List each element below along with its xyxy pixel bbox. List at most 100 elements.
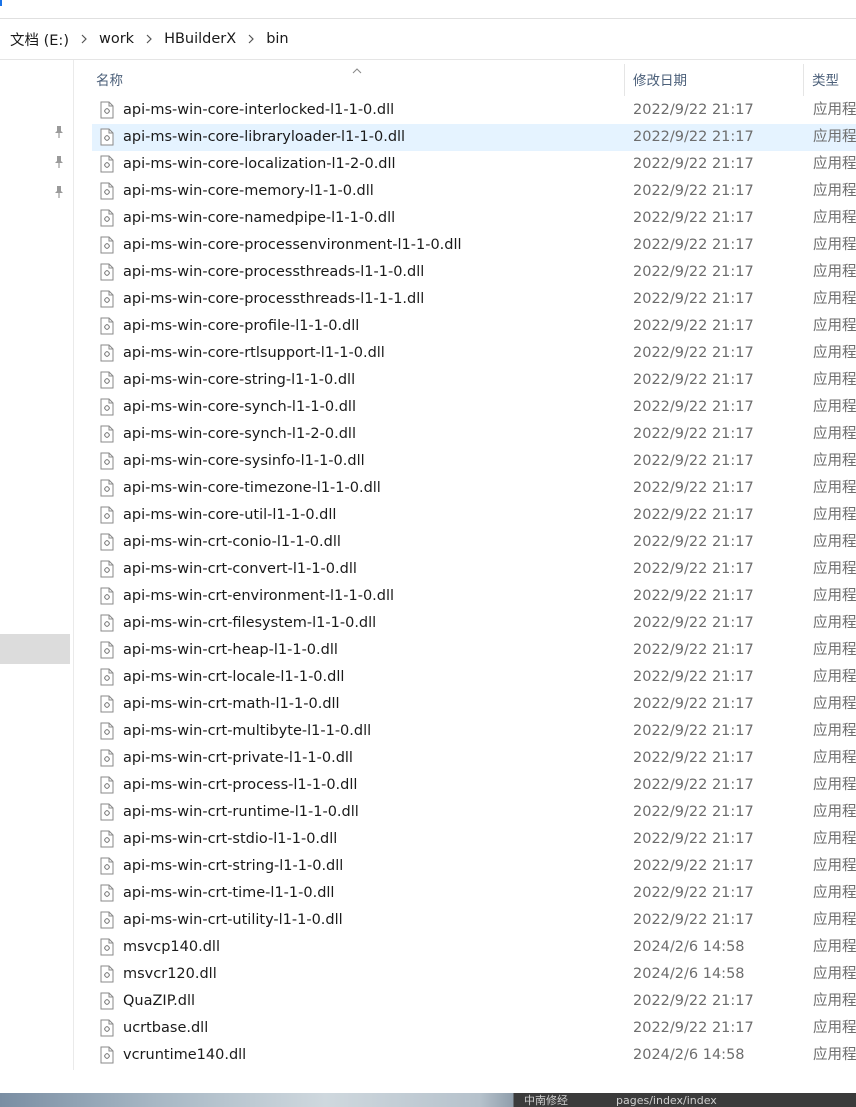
pin-icon[interactable]	[53, 184, 65, 198]
file-row[interactable]: api-ms-win-core-processthreads-l1-1-1.dl…	[92, 286, 856, 313]
file-type: 应用程	[813, 642, 856, 658]
file-row[interactable]: api-ms-win-crt-string-l1-1-0.dll 2022/9/2…	[92, 853, 856, 880]
breadcrumb-item-hbuilderx[interactable]: HBuilderX	[160, 31, 240, 47]
file-row[interactable]: api-ms-win-crt-time-l1-1-0.dll 2022/9/22 …	[92, 880, 856, 907]
file-row[interactable]: vcruntime140.dll 2024/2/6 14:58 应用程	[92, 1042, 856, 1069]
file-name[interactable]: api-ms-win-crt-private-l1-1-0.dll	[123, 745, 353, 772]
column-divider[interactable]	[803, 64, 804, 96]
file-row[interactable]: api-ms-win-core-memory-l1-1-0.dll 2022/9/…	[92, 178, 856, 205]
breadcrumb-item-work[interactable]: work	[95, 31, 138, 47]
file-name[interactable]: api-ms-win-crt-convert-l1-1-0.dll	[123, 556, 357, 583]
breadcrumb[interactable]: 文档 (E:) work HBuilderX bin	[0, 19, 856, 60]
column-header-date[interactable]: 修改日期	[633, 60, 687, 96]
file-modified-date: 2022/9/22 21:17	[633, 291, 754, 307]
file-row[interactable]: api-ms-win-core-util-l1-1-0.dll 2022/9/22…	[92, 502, 856, 529]
file-row[interactable]: api-ms-win-core-rtlsupport-l1-1-0.dll 202…	[92, 340, 856, 367]
nav-item-selected[interactable]	[0, 634, 70, 664]
file-name[interactable]: api-ms-win-core-processthreads-l1-1-0.dl…	[123, 259, 424, 286]
file-row[interactable]: api-ms-win-core-namedpipe-l1-1-0.dll 2022…	[92, 205, 856, 232]
file-name[interactable]: api-ms-win-crt-time-l1-1-0.dll	[123, 880, 334, 907]
column-divider[interactable]	[624, 64, 625, 96]
file-row[interactable]: QuaZIP.dll 2022/9/22 21:17 应用程	[92, 988, 856, 1015]
file-name[interactable]: msvcp140.dll	[123, 934, 220, 961]
dll-file-icon	[100, 938, 114, 956]
file-name[interactable]: api-ms-win-crt-stdio-l1-1-0.dll	[123, 826, 337, 853]
file-name[interactable]: api-ms-win-crt-environment-l1-1-0.dll	[123, 583, 394, 610]
column-header-name[interactable]: 名称	[96, 60, 123, 96]
file-name[interactable]: api-ms-win-core-synch-l1-1-0.dll	[123, 394, 356, 421]
chevron-right-icon[interactable]	[73, 29, 95, 49]
file-name[interactable]: api-ms-win-crt-utility-l1-1-0.dll	[123, 907, 343, 934]
file-row[interactable]: api-ms-win-core-synch-l1-2-0.dll 2022/9/2…	[92, 421, 856, 448]
file-row[interactable]: api-ms-win-crt-stdio-l1-1-0.dll 2022/9/22…	[92, 826, 856, 853]
file-row[interactable]: api-ms-win-crt-private-l1-1-0.dll 2022/9/…	[92, 745, 856, 772]
pin-icon[interactable]	[53, 154, 65, 168]
file-row[interactable]: api-ms-win-core-processthreads-l1-1-0.dl…	[92, 259, 856, 286]
file-row[interactable]: api-ms-win-crt-filesystem-l1-1-0.dll 2022…	[92, 610, 856, 637]
file-row[interactable]: msvcr120.dll 2024/2/6 14:58 应用程	[92, 961, 856, 988]
file-row[interactable]: api-ms-win-crt-locale-l1-1-0.dll 2022/9/2…	[92, 664, 856, 691]
file-name[interactable]: api-ms-win-crt-math-l1-1-0.dll	[123, 691, 340, 718]
file-name[interactable]: ucrtbase.dll	[123, 1015, 208, 1042]
file-name[interactable]: api-ms-win-core-sysinfo-l1-1-0.dll	[123, 448, 365, 475]
navigation-pane	[0, 60, 72, 1070]
file-name[interactable]: api-ms-win-core-libraryloader-l1-1-0.dll	[123, 124, 405, 151]
file-row[interactable]: api-ms-win-crt-environment-l1-1-0.dll 202…	[92, 583, 856, 610]
chevron-right-icon[interactable]	[240, 29, 262, 49]
file-type: 应用程	[813, 588, 856, 604]
file-row[interactable]: api-ms-win-core-profile-l1-1-0.dll 2022/9…	[92, 313, 856, 340]
file-row[interactable]: api-ms-win-crt-utility-l1-1-0.dll 2022/9/…	[92, 907, 856, 934]
file-row[interactable]: api-ms-win-core-synch-l1-1-0.dll 2022/9/2…	[92, 394, 856, 421]
file-name[interactable]: api-ms-win-core-interlocked-l1-1-0.dll	[123, 97, 394, 124]
file-row[interactable]: msvcp140.dll 2024/2/6 14:58 应用程	[92, 934, 856, 961]
file-row[interactable]: api-ms-win-crt-process-l1-1-0.dll 2022/9/…	[92, 772, 856, 799]
file-modified-date: 2022/9/22 21:17	[633, 642, 754, 658]
file-row[interactable]: api-ms-win-core-processenvironment-l1-1-…	[92, 232, 856, 259]
dll-file-icon	[100, 965, 114, 983]
file-name[interactable]: api-ms-win-crt-runtime-l1-1-0.dll	[123, 799, 359, 826]
dll-file-icon	[100, 128, 114, 146]
file-row[interactable]: api-ms-win-crt-conio-l1-1-0.dll 2022/9/22…	[92, 529, 856, 556]
file-row[interactable]: api-ms-win-core-string-l1-1-0.dll 2022/9/…	[92, 367, 856, 394]
file-name[interactable]: api-ms-win-crt-heap-l1-1-0.dll	[123, 637, 338, 664]
file-row[interactable]: api-ms-win-core-sysinfo-l1-1-0.dll 2022/9…	[92, 448, 856, 475]
file-name[interactable]: api-ms-win-core-memory-l1-1-0.dll	[123, 178, 374, 205]
breadcrumb-item-bin[interactable]: bin	[262, 31, 292, 47]
file-row[interactable]: api-ms-win-crt-runtime-l1-1-0.dll 2022/9/…	[92, 799, 856, 826]
file-name[interactable]: api-ms-win-core-util-l1-1-0.dll	[123, 502, 336, 529]
column-header-type[interactable]: 类型	[812, 60, 839, 96]
file-name[interactable]: api-ms-win-core-namedpipe-l1-1-0.dll	[123, 205, 395, 232]
file-type: 应用程	[813, 345, 856, 361]
file-name[interactable]: api-ms-win-crt-string-l1-1-0.dll	[123, 853, 343, 880]
file-row[interactable]: api-ms-win-crt-multibyte-l1-1-0.dll 2022/…	[92, 718, 856, 745]
file-name[interactable]: api-ms-win-crt-multibyte-l1-1-0.dll	[123, 718, 371, 745]
file-modified-date: 2024/2/6 14:58	[633, 966, 745, 982]
file-row[interactable]: api-ms-win-crt-convert-l1-1-0.dll 2022/9/…	[92, 556, 856, 583]
file-name[interactable]: api-ms-win-core-string-l1-1-0.dll	[123, 367, 355, 394]
file-name[interactable]: msvcr120.dll	[123, 961, 217, 988]
pin-icon[interactable]	[53, 124, 65, 138]
chevron-right-icon[interactable]	[138, 29, 160, 49]
file-name[interactable]: QuaZIP.dll	[123, 988, 195, 1015]
file-row[interactable]: api-ms-win-crt-heap-l1-1-0.dll 2022/9/22 …	[92, 637, 856, 664]
file-name[interactable]: api-ms-win-core-synch-l1-2-0.dll	[123, 421, 356, 448]
breadcrumb-item-drive[interactable]: 文档 (E:)	[0, 29, 73, 50]
file-row[interactable]: api-ms-win-core-timezone-l1-1-0.dll 2022/…	[92, 475, 856, 502]
file-row[interactable]: api-ms-win-core-libraryloader-l1-1-0.dll…	[92, 124, 856, 151]
file-name[interactable]: api-ms-win-core-processenvironment-l1-1-…	[123, 232, 462, 259]
file-row[interactable]: api-ms-win-crt-math-l1-1-0.dll 2022/9/22 …	[92, 691, 856, 718]
file-row[interactable]: ucrtbase.dll 2022/9/22 21:17 应用程	[92, 1015, 856, 1042]
file-name[interactable]: api-ms-win-crt-filesystem-l1-1-0.dll	[123, 610, 376, 637]
file-name[interactable]: api-ms-win-core-localization-l1-2-0.dll	[123, 151, 396, 178]
file-name[interactable]: api-ms-win-crt-conio-l1-1-0.dll	[123, 529, 341, 556]
file-name[interactable]: api-ms-win-crt-process-l1-1-0.dll	[123, 772, 357, 799]
pane-divider[interactable]	[73, 60, 74, 1070]
file-name[interactable]: api-ms-win-crt-locale-l1-1-0.dll	[123, 664, 344, 691]
file-row[interactable]: api-ms-win-core-interlocked-l1-1-0.dll 20…	[92, 97, 856, 124]
file-name[interactable]: api-ms-win-core-profile-l1-1-0.dll	[123, 313, 359, 340]
file-row[interactable]: api-ms-win-core-localization-l1-2-0.dll 2…	[92, 151, 856, 178]
file-name[interactable]: api-ms-win-core-processthreads-l1-1-1.dl…	[123, 286, 424, 313]
file-name[interactable]: api-ms-win-core-rtlsupport-l1-1-0.dll	[123, 340, 385, 367]
file-name[interactable]: api-ms-win-core-timezone-l1-1-0.dll	[123, 475, 381, 502]
file-name[interactable]: vcruntime140.dll	[123, 1042, 246, 1069]
